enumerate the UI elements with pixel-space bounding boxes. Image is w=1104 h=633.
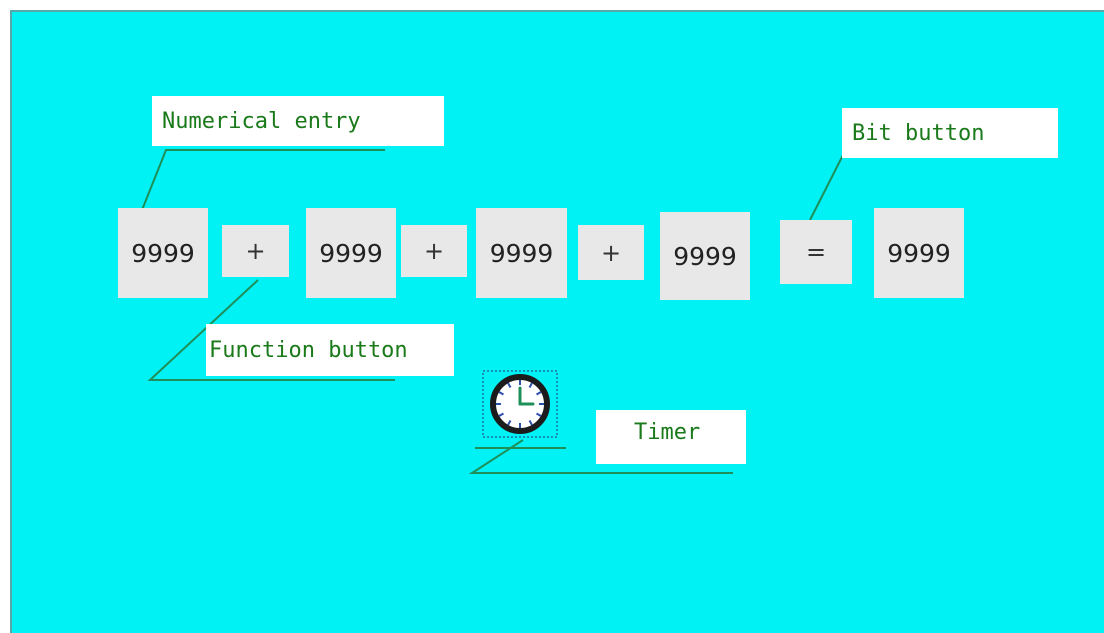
bit-button-equals[interactable]: = bbox=[780, 220, 852, 284]
bit-button-label-text: Bit button bbox=[852, 120, 985, 146]
function-button-label: Function button bbox=[206, 324, 454, 376]
plus-2-label: + bbox=[423, 237, 445, 265]
leader-lines bbox=[141, 149, 1000, 474]
equals-label: = bbox=[805, 238, 827, 266]
plus-3-label: + bbox=[600, 238, 622, 267]
function-button-plus-2[interactable]: + bbox=[401, 225, 467, 277]
numerical-entry-4-value: 9999 bbox=[673, 241, 737, 271]
bit-button-label: Bit button bbox=[842, 108, 1058, 158]
numerical-entry-4[interactable]: 9999 bbox=[660, 212, 750, 300]
numerical-entry-2[interactable]: 9999 bbox=[306, 208, 396, 298]
result-value: 9999 bbox=[887, 238, 951, 268]
numerical-entry-3[interactable]: 9999 bbox=[476, 208, 567, 298]
clock-icon bbox=[482, 370, 558, 438]
function-button-label-text: Function button bbox=[209, 337, 408, 363]
numerical-entry-1[interactable]: 9999 bbox=[118, 208, 208, 298]
timer-object[interactable] bbox=[481, 369, 559, 439]
timer-label-text: Timer bbox=[634, 420, 701, 445]
numerical-entry-1-value: 9999 bbox=[131, 238, 195, 268]
numerical-entry-leader bbox=[141, 149, 385, 211]
numerical-entry-2-value: 9999 bbox=[319, 238, 383, 268]
result-display: 9999 bbox=[874, 208, 964, 298]
numerical-entry-label: Numerical entry bbox=[152, 96, 444, 146]
function-button-plus-3[interactable]: + bbox=[578, 225, 644, 280]
plus-1-label: + bbox=[245, 237, 266, 265]
function-button-plus-1[interactable]: + bbox=[222, 225, 289, 277]
numerical-entry-3-value: 9999 bbox=[489, 238, 554, 268]
numerical-entry-label-text: Numerical entry bbox=[162, 108, 361, 134]
timer-label: Timer bbox=[596, 410, 746, 464]
